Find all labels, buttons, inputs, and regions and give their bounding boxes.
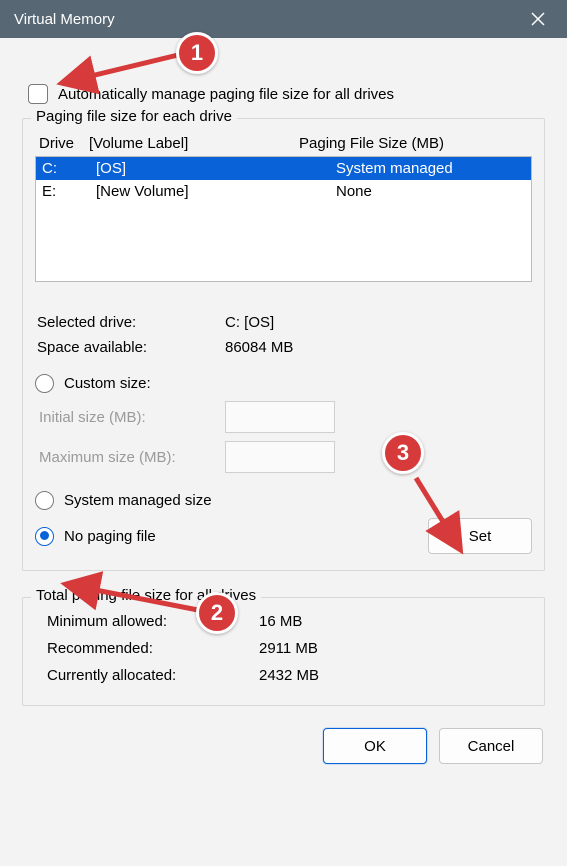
drive-row[interactable]: E: [New Volume] None [36, 180, 531, 203]
space-available-value: 86084 MB [225, 339, 293, 356]
titlebar: Virtual Memory [0, 0, 567, 38]
dialog-content: Automatically manage paging file size fo… [0, 38, 567, 866]
no-paging-radio[interactable] [35, 527, 54, 546]
min-allowed-value: 16 MB [259, 613, 302, 630]
system-managed-option[interactable]: System managed size [35, 491, 532, 510]
window-title: Virtual Memory [14, 11, 523, 28]
selected-drive-value: C: [OS] [225, 314, 274, 331]
drive-size: System managed [336, 160, 525, 177]
drive-volume: [New Volume] [96, 183, 336, 200]
auto-manage-label: Automatically manage paging file size fo… [58, 86, 394, 103]
dialog-buttons: OK Cancel [22, 728, 545, 764]
initial-size-label: Initial size (MB): [35, 409, 225, 426]
custom-size-option[interactable]: Custom size: [35, 374, 532, 393]
maximum-size-row: Maximum size (MB): [35, 441, 532, 473]
currently-allocated-value: 2432 MB [259, 667, 319, 684]
initial-size-row: Initial size (MB): [35, 401, 532, 433]
drives-group-legend: Paging file size for each drive [31, 108, 237, 125]
system-managed-label: System managed size [64, 492, 212, 509]
drive-volume: [OS] [96, 160, 336, 177]
currently-allocated-label: Currently allocated: [47, 667, 259, 684]
drive-letter: E: [42, 183, 96, 200]
ok-button[interactable]: OK [323, 728, 427, 764]
drive-size: None [336, 183, 525, 200]
drives-group: Paging file size for each drive Drive [V… [22, 118, 545, 571]
cancel-button[interactable]: Cancel [439, 728, 543, 764]
auto-manage-checkbox[interactable] [28, 84, 48, 104]
totals-group: Total paging file size for all drives Mi… [22, 597, 545, 706]
annotation-badge-2: 2 [196, 592, 238, 634]
initial-size-input[interactable] [225, 401, 335, 433]
maximum-size-label: Maximum size (MB): [35, 449, 225, 466]
drive-list[interactable]: C: [OS] System managed E: [New Volume] N… [35, 156, 532, 282]
maximum-size-input[interactable] [225, 441, 335, 473]
no-paging-label: No paging file [64, 528, 156, 545]
header-drive: Drive [39, 135, 89, 152]
recommended-label: Recommended: [47, 640, 259, 657]
annotation-badge-3: 3 [382, 432, 424, 474]
virtual-memory-dialog: Virtual Memory Automatically manage pagi… [0, 0, 567, 866]
close-icon [531, 12, 545, 26]
set-button[interactable]: Set [428, 518, 532, 554]
auto-manage-row[interactable]: Automatically manage paging file size fo… [28, 84, 545, 104]
selected-drive-label: Selected drive: [37, 314, 225, 331]
custom-size-radio[interactable] [35, 374, 54, 393]
header-size: Paging File Size (MB) [299, 135, 528, 152]
space-available-label: Space available: [37, 339, 225, 356]
no-paging-option[interactable]: No paging file [35, 527, 156, 546]
drive-row[interactable]: C: [OS] System managed [36, 157, 531, 180]
custom-size-label: Custom size: [64, 375, 151, 392]
recommended-value: 2911 MB [259, 640, 318, 657]
drive-letter: C: [42, 160, 96, 177]
close-button[interactable] [523, 4, 553, 34]
header-volume: [Volume Label] [89, 135, 299, 152]
selected-drive-info: Selected drive: C: [OS] Space available:… [35, 310, 532, 360]
system-managed-radio[interactable] [35, 491, 54, 510]
drive-list-header: Drive [Volume Label] Paging File Size (M… [35, 129, 532, 156]
annotation-badge-1: 1 [176, 32, 218, 74]
